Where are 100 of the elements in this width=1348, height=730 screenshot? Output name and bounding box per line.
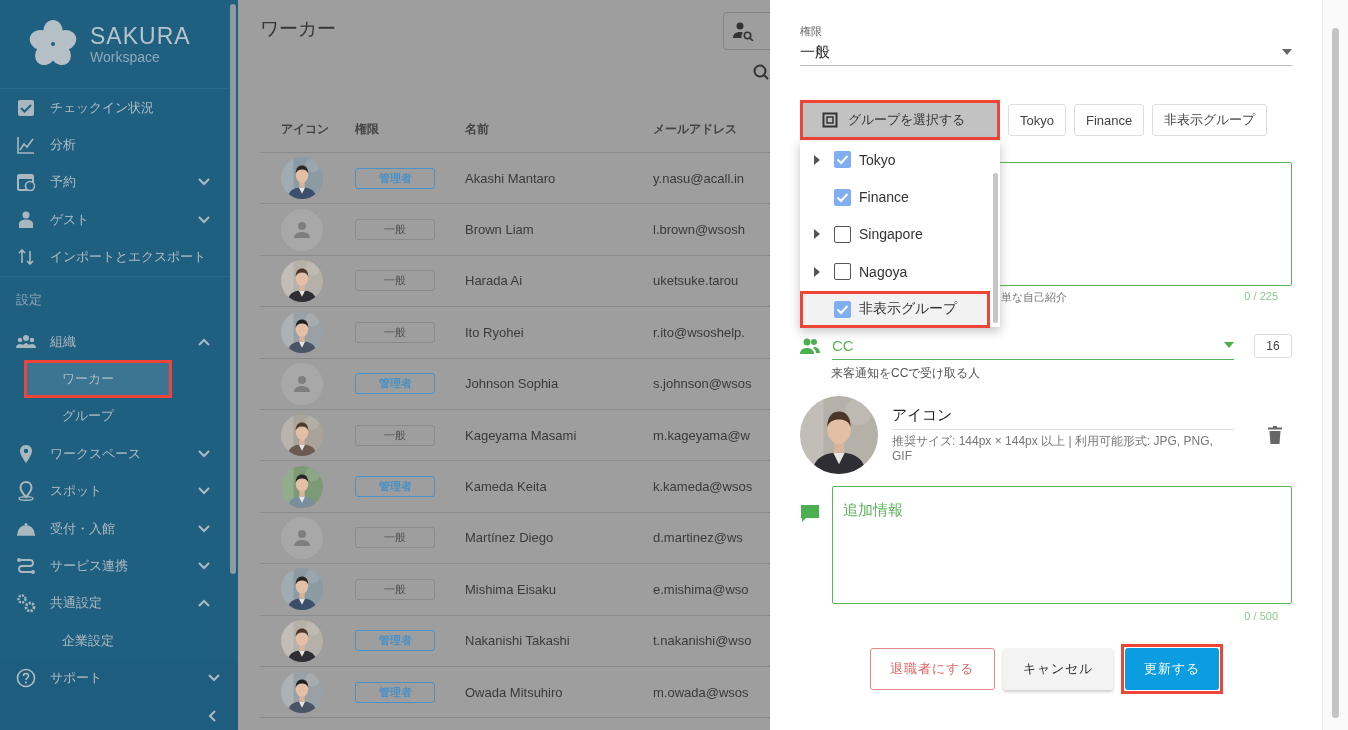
checkbox[interactable]	[834, 263, 851, 281]
sidebar-item[interactable]: 予約	[0, 163, 228, 202]
notes-field[interactable]: 追加情報	[832, 486, 1292, 604]
sidebar-item[interactable]: インポートとエクスポート	[0, 238, 228, 276]
dropdown-caret-icon	[1224, 342, 1234, 348]
avatar-icon	[281, 208, 323, 251]
checkbox[interactable]	[834, 151, 851, 169]
table-cell-text: Owada Mitsuhiro	[465, 684, 564, 700]
group-chip: Finance	[1073, 104, 1145, 136]
search-icon[interactable]	[753, 64, 769, 80]
chart-icon	[16, 135, 36, 156]
chevron-icon	[198, 524, 210, 533]
expand-arrow-icon[interactable]	[814, 229, 820, 240]
user-search-icon	[732, 21, 754, 41]
scrollbar-thumb[interactable]	[992, 173, 998, 323]
sidebar-item[interactable]: ゲスト	[0, 201, 228, 239]
calendar-icon	[16, 172, 36, 193]
helper-text: 来客通知をCCで受け取る人	[831, 365, 982, 382]
table-cell-text: Akashi Mantaro	[465, 170, 557, 186]
checkbox[interactable]	[834, 188, 851, 206]
group-option[interactable]: Nagoya	[800, 253, 990, 291]
cc-select[interactable]: CC	[832, 331, 1234, 360]
cancel-button[interactable]: キャンセル	[1002, 648, 1113, 690]
column-header: メールアドレス	[653, 120, 738, 138]
link-icon	[16, 556, 36, 576]
scrollbar-thumb[interactable]	[1332, 28, 1339, 718]
table-cell-text: uketsuke.tarou	[653, 273, 740, 289]
column-header: 権限	[355, 120, 380, 138]
avatar-icon	[281, 362, 323, 405]
group-chip: 非表示グループ	[1152, 104, 1268, 136]
table-cell-text: Harada Ai	[465, 273, 524, 289]
table-cell-text: Kameda Keita	[465, 479, 548, 495]
chevron-icon	[198, 449, 210, 458]
arrows-icon	[16, 247, 36, 268]
table-cell-text: m.owada@wsos	[653, 684, 750, 700]
table-cell-text: Johnson Sophia	[465, 376, 560, 392]
table-cell-text: l.brown@wsosh	[653, 222, 746, 238]
group-icon	[822, 112, 838, 128]
group-option[interactable]: Singapore	[800, 215, 990, 254]
table-cell-text: Ito Ryohei	[465, 324, 525, 340]
guest-icon	[16, 209, 36, 230]
expand-arrow-icon[interactable]	[814, 154, 820, 165]
group-option[interactable]: 非表示グループ	[800, 290, 990, 328]
permission-select[interactable]: 権限 一般	[800, 24, 1292, 66]
select-group-button[interactable]: グループを選択する	[800, 100, 1000, 140]
table-cell-text: Mishima Eisaku	[465, 581, 558, 597]
spot-icon	[16, 481, 36, 502]
table-cell-text: s.johnson@wsos	[653, 376, 753, 392]
table-cell-text: Nakanishi Takashi	[465, 633, 571, 649]
dropdown-caret-icon	[1282, 49, 1292, 55]
char-counter: 0 / 225	[1244, 290, 1278, 304]
group-option[interactable]: Tokyo	[800, 141, 990, 179]
chevron-icon	[198, 562, 210, 570]
table-cell-text: d.martinez@ws	[653, 530, 744, 546]
chevron-icon	[198, 215, 210, 224]
update-button[interactable]: 更新する	[1124, 648, 1219, 690]
checkbox[interactable]	[834, 300, 851, 318]
sidebar-item[interactable]: チェックイン状況	[0, 89, 228, 127]
trash-icon[interactable]	[1268, 426, 1282, 444]
column-header: アイコン	[281, 120, 330, 138]
sidebar-subitem[interactable]: ワーカー	[24, 360, 172, 398]
chevron-icon	[198, 337, 210, 346]
role-tag: 管理者	[355, 373, 435, 395]
comment-icon	[800, 504, 820, 524]
page-title: ワーカー	[260, 17, 336, 41]
count-badge: 16	[1254, 333, 1292, 358]
role-tag: 管理者	[355, 630, 435, 652]
helper-text: 推奨サイズ: 144px × 144px 以上 | 利用可能形式: JPG, PNG, GIF	[892, 434, 1214, 464]
group-chip: Tokyo	[1008, 104, 1066, 136]
table-cell-text: r.ito@wsoshelp.	[653, 324, 746, 340]
field-title: アイコン	[892, 406, 1234, 430]
avatar-icon	[281, 516, 323, 559]
helper-text: 単な自己紹介	[1001, 290, 1067, 305]
sidebar-item[interactable]: 受付・入館	[0, 509, 228, 548]
scrollbar-thumb[interactable]	[230, 4, 236, 574]
sidebar-item[interactable]: ワークスペース	[0, 435, 228, 473]
table-cell-text: Brown Liam	[465, 222, 535, 238]
chevron-icon	[198, 487, 210, 496]
table-cell-text: k.kameda@wsos	[653, 479, 754, 495]
sidebar-subitem[interactable]: グループ	[0, 397, 228, 436]
role-tag: 管理者	[355, 681, 435, 703]
chevron-icon	[198, 599, 210, 608]
sidebar-item[interactable]: 組織	[0, 322, 228, 361]
table-cell-text: Martínez Diego	[465, 530, 555, 546]
sidebar-item[interactable]: 共通設定	[0, 584, 228, 623]
chevron-icon	[208, 674, 220, 683]
sidebar-subitem[interactable]: 企業設定	[0, 622, 228, 660]
retire-button[interactable]: 退職者にする	[869, 648, 995, 690]
group-option[interactable]: Finance	[800, 178, 990, 216]
expand-arrow-icon[interactable]	[814, 266, 820, 277]
sidebar-item[interactable]: 分析	[0, 126, 228, 164]
sidebar-item[interactable]: サービス連携	[0, 547, 228, 585]
check-icon	[16, 97, 36, 118]
help-icon	[16, 668, 36, 689]
sidebar-item[interactable]: サポート	[0, 659, 238, 697]
sidebar-item[interactable]: スポット	[0, 472, 228, 510]
collapse-icon[interactable]	[208, 709, 216, 722]
checkbox[interactable]	[834, 225, 851, 243]
table-cell-text: Kageyama Masami	[465, 427, 578, 443]
table-cell-text: e.mishima@wso	[653, 581, 750, 597]
